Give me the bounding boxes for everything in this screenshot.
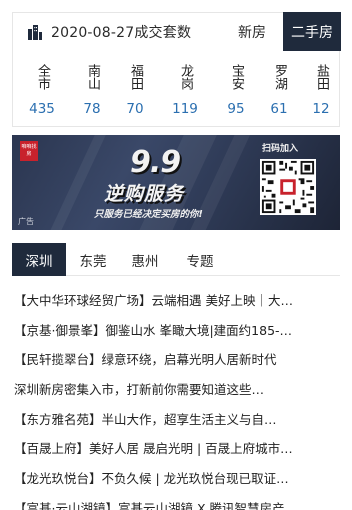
- news-link[interactable]: 【东方雅名苑】半山大作，超享生活主义与自…: [14, 405, 332, 435]
- deal-stats-date-title: 2020-08-27成交套数: [51, 25, 192, 41]
- news-link[interactable]: 【富基·云山湖镜】富基云山湖镜 X 腾讯智慧房产…: [14, 494, 332, 510]
- district-count: 78: [83, 101, 101, 117]
- qr-code-icon: [260, 159, 316, 215]
- tab-second-hand-house[interactable]: 二手房: [283, 12, 341, 51]
- tab-special[interactable]: 专题: [180, 243, 220, 276]
- deal-stats-card: 2020-08-27成交套数 新房 二手房 全市 435 南山 78 福田 70…: [12, 12, 341, 127]
- district-stat-futian[interactable]: 福田 70: [115, 57, 155, 117]
- district-stat-all[interactable]: 全市 435: [22, 57, 62, 117]
- district-stat-luohu[interactable]: 罗湖 61: [259, 57, 299, 117]
- news-list: 【大中华环球经贸广场】云端相遇 美好上映｜大… 【京基·御景峯】御鉴山水 峯瞰大…: [14, 286, 340, 510]
- district-name: 南山: [85, 64, 100, 90]
- news-link[interactable]: 【龙光玖悦台】不负久候 | 龙光玖悦台现已取证…: [14, 464, 332, 494]
- district-count: 119: [172, 101, 198, 117]
- ad-label: 广告: [18, 217, 34, 226]
- news-link[interactable]: 【民轩揽翠台】绿意环绕，启幕光明人居新时代: [14, 345, 332, 375]
- district-name: 罗湖: [272, 64, 287, 90]
- district-name: 福田: [128, 64, 143, 90]
- district-name: 全市: [35, 64, 50, 90]
- tab-new-house[interactable]: 新房: [221, 13, 283, 51]
- promo-banner[interactable]: 咱咱找房 9.9 逆购服务 只服务已经决定买房的你! 广告 扫码加入: [12, 135, 340, 230]
- tab-huizhou[interactable]: 惠州: [126, 243, 164, 276]
- district-count: 70: [126, 101, 144, 117]
- building-chart-icon: [28, 25, 42, 40]
- district-count: 435: [29, 101, 55, 117]
- deal-stats-header: 2020-08-27成交套数 新房 二手房: [13, 12, 341, 51]
- district-count: 61: [270, 101, 288, 117]
- district-stat-yantian[interactable]: 盐田 12: [301, 57, 341, 117]
- news-city-tabs: 深圳 东莞 惠州 专题: [12, 243, 340, 276]
- banner-logo: 咱咱找房: [20, 141, 38, 161]
- district-count: 12: [312, 101, 330, 117]
- news-link[interactable]: 【百晟上府】美好人居 晟启光明 | 百晟上府城市…: [14, 434, 332, 464]
- district-name: 宝安: [229, 64, 244, 90]
- banner-slogan: 只服务已经决定买房的你!: [94, 209, 203, 220]
- district-stats-row: 全市 435 南山 78 福田 70 龙岗 119 宝安 95 罗湖 61 盐田…: [13, 57, 339, 123]
- deal-stats-title: 2020-08-27成交套数: [27, 13, 191, 51]
- banner-service-title: 逆购服务: [104, 183, 185, 205]
- district-stat-longgang[interactable]: 龙岗 119: [165, 57, 205, 117]
- district-stat-baoan[interactable]: 宝安 95: [216, 57, 256, 117]
- tab-shenzhen[interactable]: 深圳: [12, 243, 66, 276]
- banner-headline: 9.9: [130, 145, 181, 180]
- district-count: 95: [227, 101, 245, 117]
- tab-dongguan[interactable]: 东莞: [74, 243, 112, 276]
- news-link[interactable]: 深圳新房密集入市，打新前你需要知道这些…: [14, 375, 332, 405]
- district-name: 盐田: [314, 64, 329, 90]
- news-link[interactable]: 【京基·御景峯】御鉴山水 峯瞰大境|建面约185-…: [14, 316, 332, 346]
- district-name: 龙岗: [178, 64, 193, 90]
- banner-scan-label: 扫码加入: [262, 144, 299, 154]
- news-link[interactable]: 【大中华环球经贸广场】云端相遇 美好上映｜大…: [14, 286, 332, 316]
- district-stat-nanshan[interactable]: 南山 78: [72, 57, 112, 117]
